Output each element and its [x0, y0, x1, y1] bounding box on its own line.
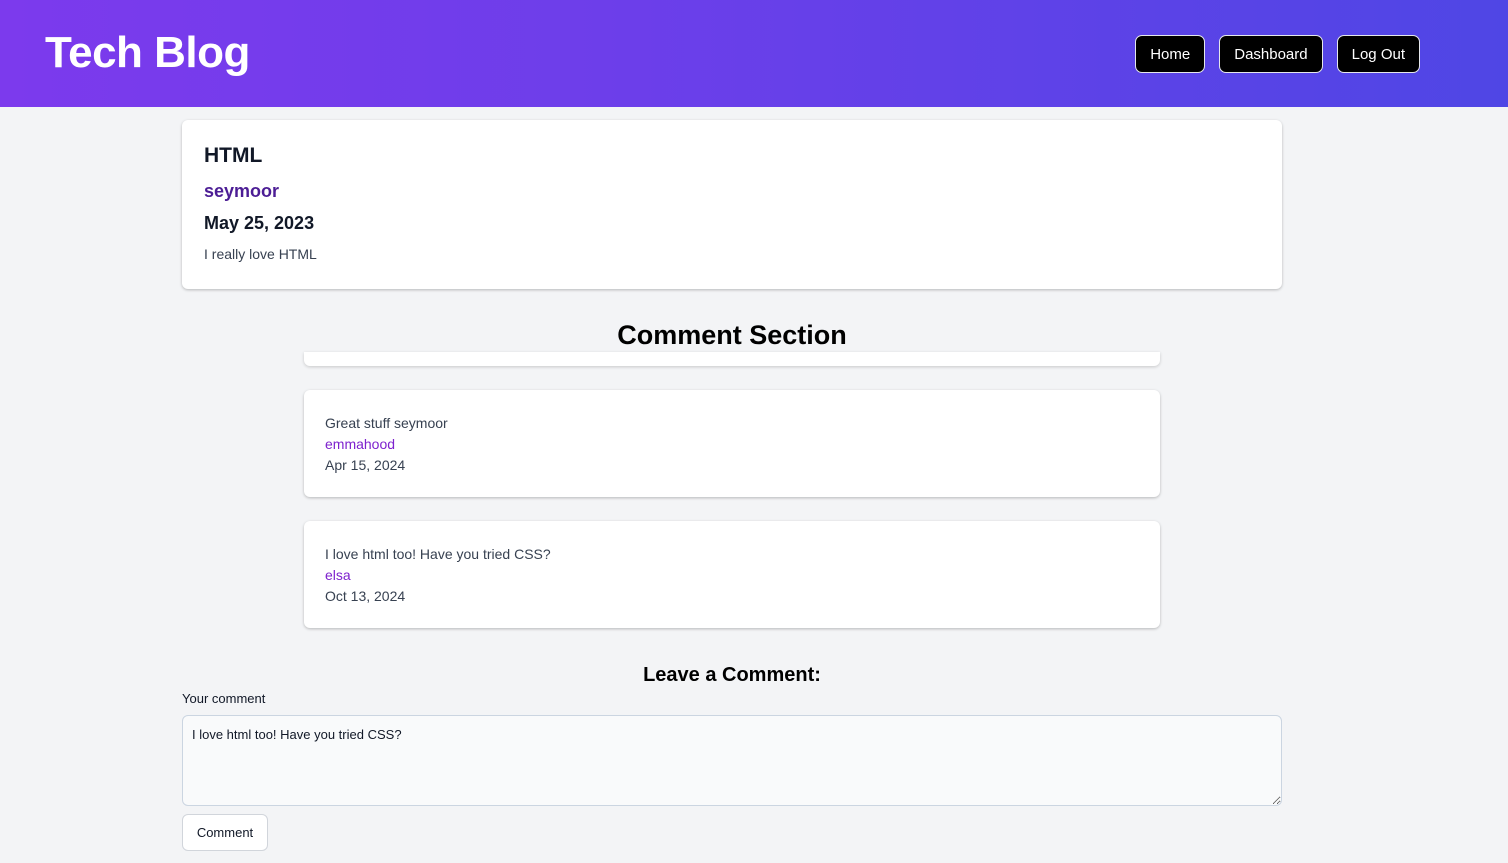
comment-textarea[interactable]: I love html too! Have you tried CSS?: [182, 715, 1282, 806]
site-title[interactable]: Tech Blog: [45, 28, 250, 78]
nav-home-button[interactable]: Home: [1135, 35, 1206, 73]
comment-date: Apr 15, 2024: [325, 457, 406, 473]
leave-comment-title: Leave a Comment:: [643, 664, 821, 686]
post-body: I really love HTML: [204, 246, 317, 262]
comment-section-title: Comment Section: [617, 320, 847, 350]
comment-author: emmahood: [325, 436, 396, 452]
comment-card: Great stuff seymoor emmahood Apr 15, 202…: [304, 390, 1160, 497]
comment-card-partial: [304, 352, 1160, 366]
comment-text: I love html too! Have you tried CSS?: [325, 546, 551, 562]
site-header: Tech Blog Home Dashboard Log Out: [0, 0, 1508, 107]
comment-author: elsa: [325, 567, 351, 583]
post-title: HTML: [204, 144, 263, 167]
nav-logout-button[interactable]: Log Out: [1336, 35, 1420, 73]
comment-date: Oct 13, 2024: [325, 588, 406, 604]
post-date: May 25, 2023: [204, 213, 315, 233]
comment-card: I love html too! Have you tried CSS? els…: [304, 521, 1160, 628]
post-author: seymoor: [204, 181, 280, 201]
nav-dashboard-button[interactable]: Dashboard: [1219, 35, 1323, 73]
submit-comment-button[interactable]: Comment: [182, 814, 268, 851]
comment-text: Great stuff seymoor: [325, 415, 448, 431]
main-nav: Home Dashboard Log Out: [1135, 35, 1420, 73]
comment-field-label: Your comment: [182, 691, 266, 706]
post-card: HTML seymoor May 25, 2023 I really love …: [182, 120, 1282, 289]
